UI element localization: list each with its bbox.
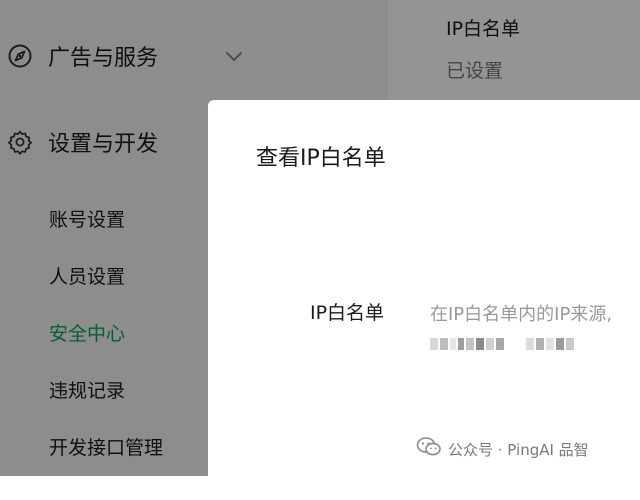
redacted-ip-value: [526, 338, 574, 350]
dialog-title: 查看IP白名单: [256, 146, 386, 171]
watermark: 公众号 · PingAI 品智: [416, 436, 589, 462]
ip-whitelist-description: 在IP白名单内的IP来源,: [430, 304, 613, 325]
watermark-text: 公众号 · PingAI 品智: [448, 440, 589, 459]
redacted-ip-value: [430, 338, 504, 350]
wechat-icon: [416, 436, 442, 462]
ip-whitelist-field-label: IP白名单: [310, 302, 385, 324]
